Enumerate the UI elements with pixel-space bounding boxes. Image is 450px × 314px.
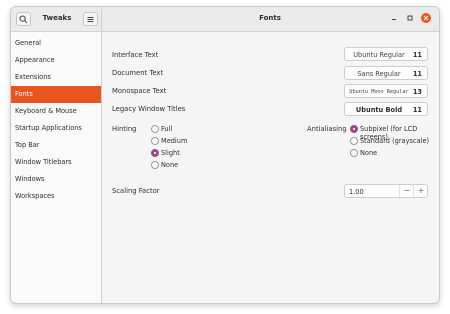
scaling-factor-value: 1.00 [349,188,364,196]
antialiasing-standard-radio[interactable] [350,137,358,145]
hinting-label: Hinting [112,125,137,133]
header-bar: Tweaks Fonts [11,7,439,32]
hinting-slight-label: Slight [161,149,180,157]
interface-font-size: 11 [412,51,422,59]
sidebar-item-windows[interactable]: Windows [11,171,101,188]
monospace-font-size: 13 [412,88,422,96]
scaling-factor-spinbutton[interactable]: 1.00 − + [344,184,428,198]
legacy-font-size: 11 [412,106,422,114]
antialiasing-label: Antialiasing [307,125,347,133]
menu-button[interactable] [83,12,98,26]
document-font-button[interactable]: Sans Regular 11 [344,66,428,80]
document-font-name: Sans Regular [357,70,401,78]
antialiasing-none-label: None [360,149,378,157]
search-button[interactable] [16,12,31,26]
hinting-medium-radio[interactable] [151,137,159,145]
minimize-button[interactable] [389,13,399,23]
monospace-text-label: Monospace Text [112,87,167,95]
sidebar-item-appearance[interactable]: Appearance [11,52,101,69]
hinting-medium-label: Medium [161,137,188,145]
document-font-size: 11 [412,70,422,78]
document-text-label: Document Text [112,69,164,77]
app-title: Tweaks [42,14,72,22]
sidebar: General Appearance Extensions Fonts Keyb… [11,32,102,303]
interface-text-label: Interface Text [112,51,159,59]
antialiasing-standard-label: Standard (grayscale) [360,137,430,145]
antialiasing-subpixel-radio[interactable] [350,125,358,133]
sidebar-item-startup-applications[interactable]: Startup Applications [11,120,101,137]
scaling-increment-button[interactable]: + [413,185,428,197]
tweaks-window: Tweaks Fonts General Appearance Extensio… [10,6,440,304]
hinting-full-label: Full [161,125,173,133]
hinting-full-radio[interactable] [151,125,159,133]
antialiasing-none-radio[interactable] [350,149,358,157]
maximize-button[interactable] [405,13,415,23]
sidebar-item-extensions[interactable]: Extensions [11,69,101,86]
sidebar-item-top-bar[interactable]: Top Bar [11,137,101,154]
fonts-panel: Interface Text Ubuntu Regular 11 Documen… [102,32,439,303]
sidebar-item-keyboard-mouse[interactable]: Keyboard & Mouse [11,103,101,120]
close-button[interactable] [421,13,431,23]
sidebar-item-window-titlebars[interactable]: Window Titlebars [11,154,101,171]
scaling-decrement-button[interactable]: − [399,185,414,197]
legacy-font-button[interactable]: Ubuntu Bold 11 [344,102,428,116]
interface-font-name: Ubuntu Regular [353,51,405,59]
hinting-none-radio[interactable] [151,161,159,169]
minimize-icon [392,19,396,20]
scaling-factor-label: Scaling Factor [112,187,160,195]
maximize-icon [407,15,413,21]
sidebar-item-fonts[interactable]: Fonts [11,86,101,103]
interface-font-button[interactable]: Ubuntu Regular 11 [344,47,428,61]
close-icon [423,15,429,21]
sidebar-item-general[interactable]: General [11,35,101,52]
legacy-font-name: Ubuntu Bold [355,106,403,114]
legacy-window-titles-label: Legacy Window Titles [112,105,186,113]
sidebar-item-workspaces[interactable]: Workspaces [11,188,101,205]
monospace-font-button[interactable]: Ubuntu Mono Regular 13 [344,84,428,98]
hinting-slight-radio[interactable] [151,149,159,157]
hinting-none-label: None [161,161,179,169]
monospace-font-name: Ubuntu Mono Regular [349,89,409,95]
header-left: Tweaks [11,7,102,31]
